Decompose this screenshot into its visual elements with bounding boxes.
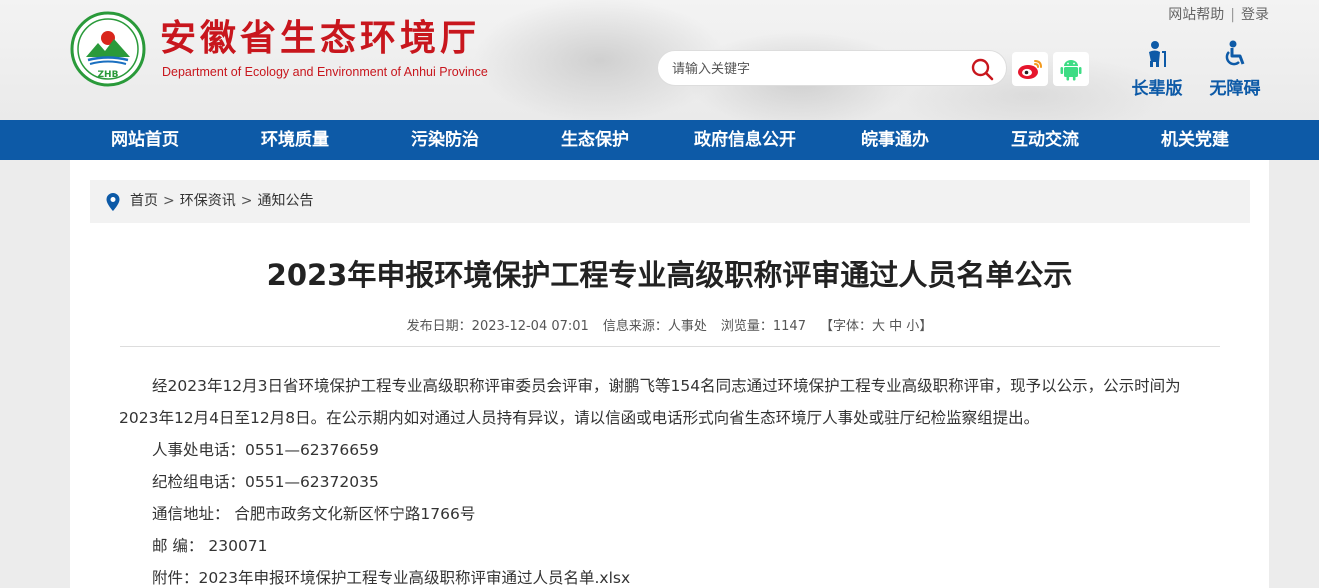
breadcrumb-home[interactable]: 首页 [130,193,158,209]
breadcrumb-separator: > [240,193,253,209]
search-input[interactable] [672,59,952,79]
breadcrumb-separator: > [163,193,175,209]
wheelchair-icon [1225,40,1245,66]
font-size-large[interactable]: 大 [872,319,885,334]
help-link[interactable]: 网站帮助 [1168,7,1224,23]
barrier-free-button[interactable]: 无障碍 [1200,40,1270,100]
logo-text: ZHB [98,70,119,80]
top-links: 网站帮助 | 登录 [1168,4,1269,24]
font-size-close: 】 [919,319,933,334]
nav-item-gov-info[interactable]: 政府信息公开 [670,120,820,160]
department-logo[interactable]: ZHB [70,11,146,87]
discipline-phone: 纪检组电话：0551—62372035 [152,473,379,491]
body-paragraph-line: 经2023年12月3日省环境保护工程专业高级职称评审委员会评审，谢鹏飞等154名… [152,377,1181,395]
barrier-free-label: 无障碍 [1209,79,1261,99]
elder-mode-button[interactable]: 长辈版 [1122,40,1192,100]
article-body: 经2023年12月3日省环境保护工程专业高级职称评审委员会评审，谢鹏飞等154名… [119,370,1219,588]
search-box [657,50,1007,86]
weibo-icon [1018,60,1042,79]
login-link[interactable]: 登录 [1241,7,1269,23]
android-icon [1060,60,1082,81]
nav-item-interaction[interactable]: 互动交流 [970,120,1120,160]
postcode: 邮 编： 230071 [152,537,268,555]
search-icon[interactable] [970,57,994,81]
breadcrumb-news[interactable]: 环保资讯 [180,193,236,209]
android-app-button[interactable] [1053,52,1089,86]
nav-item-pollution[interactable]: 污染防治 [370,120,520,160]
info-source: 人事处 [667,319,707,334]
breadcrumb: 首页 > 环保资讯 > 通知公告 [90,180,1250,223]
weibo-button[interactable] [1012,52,1048,86]
nav-item-home[interactable]: 网站首页 [70,120,220,160]
nav-item-environment[interactable]: 环境质量 [220,120,370,160]
site-subtitle: Department of Ecology and Environment of… [162,65,488,79]
breadcrumb-trail: 首页 > 环保资讯 > 通知公告 [130,180,313,223]
font-size-open: 【字体： [819,319,872,334]
view-count: 1147 [772,319,806,334]
attachment-label: 附件： [152,569,199,587]
nav-item-party[interactable]: 机关党建 [1120,120,1270,160]
views-label: 浏览量： [720,319,773,334]
source-label: 信息来源： [602,319,668,334]
nav-item-services[interactable]: 皖事通办 [820,120,970,160]
body-paragraph-line: 2023年12月4日至12月8日。在公示期内如对通过人员持有异议，请以信函或电话… [119,409,1040,427]
location-pin-icon [106,193,120,211]
elder-mode-label: 长辈版 [1131,79,1183,99]
date-label: 发布日期： [406,319,472,334]
meta-divider [120,346,1220,347]
attachment-line: 附件：2023年申报环境保护工程专业高级职称评审通过人员名单.xlsx [119,562,1219,588]
top-links-separator: | [1230,7,1235,23]
article-meta: 发布日期：2023-12-04 07:01 信息来源：人事处 浏览量：1147 【字体… [70,315,1269,334]
main-nav: 网站首页 环境质量 污染防治 生态保护 政府信息公开 皖事通办 互动交流 机关党… [0,120,1319,160]
hr-phone: 人事处电话：0551—62376659 [152,441,379,459]
breadcrumb-notices[interactable]: 通知公告 [257,193,313,209]
font-size-medium[interactable]: 中 [889,319,902,334]
site-title[interactable]: 安徽省生态环境厅 [160,14,480,62]
font-size-small[interactable]: 小 [906,319,919,334]
article-container: 首页 > 环保资讯 > 通知公告 2023年申报环境保护工程专业高级职称评审通过人员名单… [70,160,1269,588]
publish-date: 2023-12-04 07:01 [471,319,589,334]
mailing-address: 通信地址： 合肥市政务文化新区怀宁路1766号 [152,505,476,523]
elder-icon [1149,41,1166,67]
article-title: 2023年申报环境保护工程专业高级职称评审通过人员名单公示 [266,258,1073,292]
attachment-link[interactable]: 2023年申报环境保护工程专业高级职称评审通过人员名单.xlsx [199,569,631,587]
nav-item-ecology[interactable]: 生态保护 [520,120,670,160]
site-header: ZHB 安徽省生态环境厅 Department of Ecology and E… [0,0,1319,120]
